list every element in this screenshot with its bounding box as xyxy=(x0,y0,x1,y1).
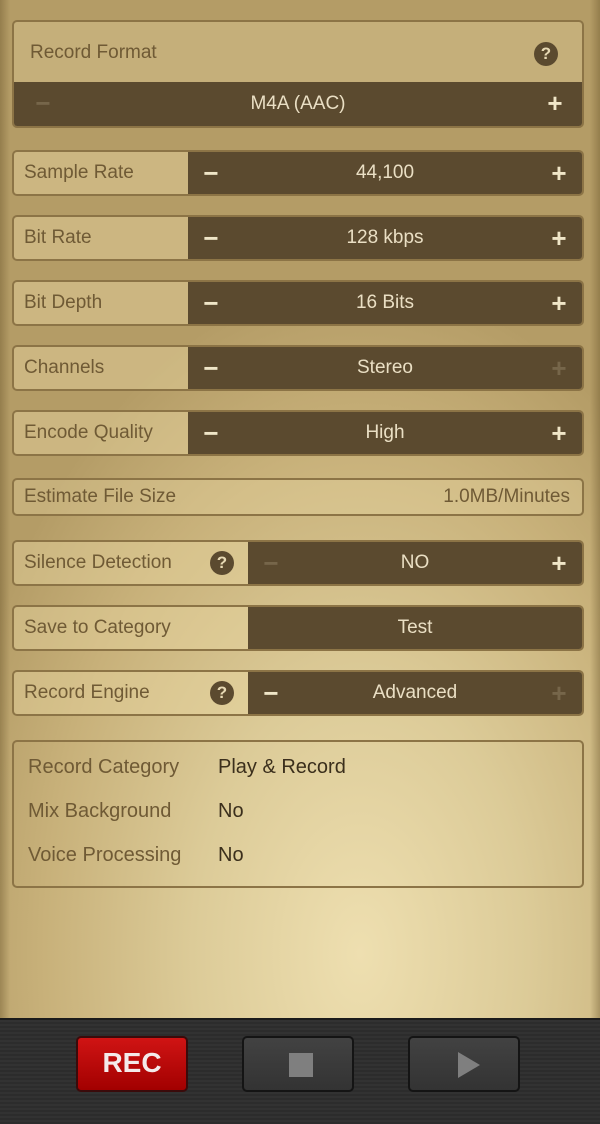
bit-depth-plus-button[interactable]: + xyxy=(544,282,574,324)
channels-label: Channels xyxy=(14,347,188,389)
save-to-category-selector[interactable]: Test xyxy=(248,607,582,649)
record-engine-plus-button[interactable]: + xyxy=(544,672,574,714)
record-format-panel: Record Format ? − M4A (AAC) + xyxy=(12,20,584,128)
info-value: Play & Record xyxy=(218,756,346,778)
record-button[interactable]: REC xyxy=(76,1036,188,1092)
bit-depth-row: Bit Depth − 16 Bits + xyxy=(12,280,584,326)
encode-quality-plus-button[interactable]: + xyxy=(544,412,574,454)
silence-detection-row: Silence Detection ? − NO + xyxy=(12,540,584,586)
left-edge-shadow xyxy=(0,0,10,1018)
info-row-mix-background: Mix Background No xyxy=(28,800,244,823)
sample-rate-stepper: − 44,100 + xyxy=(188,152,582,194)
right-edge-shadow xyxy=(590,0,600,1018)
record-format-value: M4A (AAC) xyxy=(250,93,346,114)
channels-value: Stereo xyxy=(357,357,413,378)
record-engine-label-cell: Record Engine ? xyxy=(14,672,248,714)
save-to-category-label: Save to Category xyxy=(14,607,248,649)
sample-rate-label: Sample Rate xyxy=(14,152,188,194)
record-engine-minus-button[interactable]: − xyxy=(256,672,286,714)
sample-rate-minus-button[interactable]: − xyxy=(196,152,226,194)
sample-rate-value: 44,100 xyxy=(355,162,415,183)
silence-detection-plus-button[interactable]: + xyxy=(544,542,574,584)
bit-depth-value: 16 Bits xyxy=(355,292,415,313)
save-to-category-value: Test xyxy=(397,617,433,638)
estimate-file-size-row: Estimate File Size 1.0MB/Minutes xyxy=(12,478,584,516)
silence-detection-value: NO xyxy=(400,552,430,573)
record-engine-help-icon[interactable]: ? xyxy=(210,681,234,705)
silence-detection-help-icon[interactable]: ? xyxy=(210,551,234,575)
info-row-record-category: Record Category Play & Record xyxy=(28,756,346,779)
record-engine-row: Record Engine ? − Advanced + xyxy=(12,670,584,716)
bit-depth-label: Bit Depth xyxy=(14,282,188,324)
estimate-file-size-value: 1.0MB/Minutes xyxy=(443,486,570,507)
transport-bar: REC xyxy=(0,1018,600,1124)
silence-detection-label: Silence Detection xyxy=(24,552,172,573)
record-engine-stepper: − Advanced + xyxy=(248,672,582,714)
bit-depth-minus-button[interactable]: − xyxy=(196,282,226,324)
record-format-minus-button[interactable]: − xyxy=(28,82,58,124)
info-key: Record Category xyxy=(28,756,180,778)
info-value: No xyxy=(218,844,244,866)
bit-rate-minus-button[interactable]: − xyxy=(196,217,226,259)
encode-quality-minus-button[interactable]: − xyxy=(196,412,226,454)
play-icon xyxy=(458,1052,480,1078)
info-value: No xyxy=(218,800,244,822)
bit-depth-stepper: − 16 Bits + xyxy=(188,282,582,324)
channels-row: Channels − Stereo + xyxy=(12,345,584,391)
encode-quality-stepper: − High + xyxy=(188,412,582,454)
record-engine-value: Advanced xyxy=(372,682,458,703)
bit-rate-label: Bit Rate xyxy=(14,217,188,259)
record-format-plus-button[interactable]: + xyxy=(540,82,570,124)
silence-detection-stepper: − NO + xyxy=(248,542,582,584)
stop-icon xyxy=(289,1053,313,1077)
sample-rate-plus-button[interactable]: + xyxy=(544,152,574,194)
stop-button[interactable] xyxy=(242,1036,354,1092)
encode-quality-row: Encode Quality − High + xyxy=(12,410,584,456)
record-engine-label: Record Engine xyxy=(24,682,150,703)
channels-plus-button[interactable]: + xyxy=(544,347,574,389)
encode-quality-label: Encode Quality xyxy=(14,412,188,454)
audio-session-info-panel: Record Category Play & Record Mix Backgro… xyxy=(12,740,584,888)
channels-minus-button[interactable]: − xyxy=(196,347,226,389)
save-to-category-row: Save to Category Test xyxy=(12,605,584,651)
play-button[interactable] xyxy=(408,1036,520,1092)
channels-stepper: − Stereo + xyxy=(188,347,582,389)
record-format-title: Record Format xyxy=(30,42,157,63)
silence-detection-label-cell: Silence Detection ? xyxy=(14,542,248,584)
estimate-file-size-label: Estimate File Size xyxy=(24,486,177,507)
bit-rate-plus-button[interactable]: + xyxy=(544,217,574,259)
silence-detection-minus-button[interactable]: − xyxy=(256,542,286,584)
encode-quality-value: High xyxy=(365,422,405,443)
info-key: Voice Processing xyxy=(28,844,182,866)
record-format-help-icon[interactable]: ? xyxy=(534,42,558,66)
bit-rate-value: 128 kbps xyxy=(346,227,424,248)
info-row-voice-processing: Voice Processing No xyxy=(28,844,244,867)
sample-rate-row: Sample Rate − 44,100 + xyxy=(12,150,584,196)
record-format-stepper: − M4A (AAC) + xyxy=(14,82,582,126)
bit-rate-row: Bit Rate − 128 kbps + xyxy=(12,215,584,261)
bit-rate-stepper: − 128 kbps + xyxy=(188,217,582,259)
info-key: Mix Background xyxy=(28,800,172,822)
